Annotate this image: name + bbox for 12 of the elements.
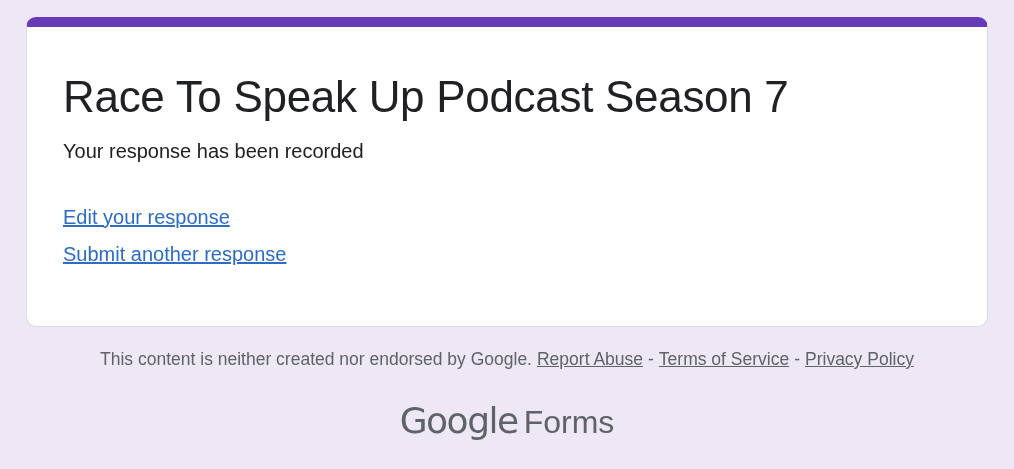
confirmation-message: Your response has been recorded [63,139,365,164]
separator: - [648,349,654,370]
logo-brand: Google [399,400,518,441]
footer-link[interactable]: Terms of Service [658,349,790,370]
response-link[interactable]: Edit your response [63,203,230,231]
separator: - [794,349,800,370]
footer-link[interactable]: Report Abuse [537,349,644,370]
footer-link[interactable]: Privacy Policy [805,349,914,370]
response-link[interactable]: Submit another response [63,240,287,268]
form-title: Race To Speak Up Podcast Season 7 [63,71,790,123]
disclaimer-text: This content is neither created nor endorsed by Google. [100,349,532,370]
logo-product: Forms [523,404,615,441]
